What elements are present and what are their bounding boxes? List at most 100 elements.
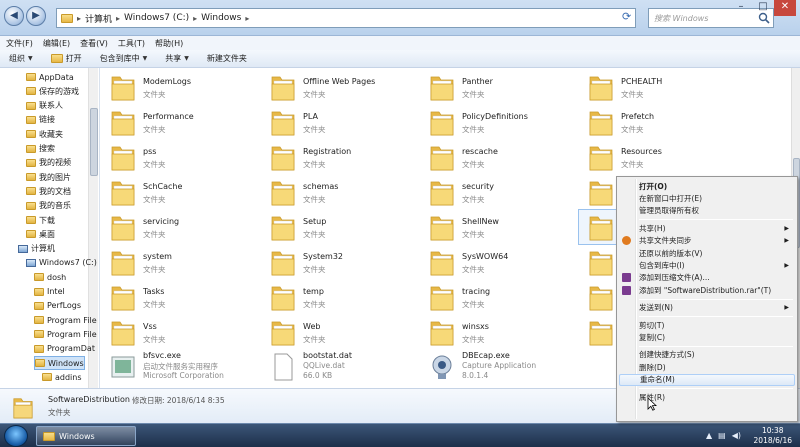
file-tile[interactable]: temp 文件夹 [261, 280, 419, 314]
minimize-button[interactable]: – [730, 0, 752, 16]
file-tile[interactable]: Offline Web Pages 文件夹 [261, 70, 419, 104]
context-menu-item[interactable]: 剪切(T) [619, 319, 795, 331]
organize-button[interactable]: 组织 ▼ [0, 50, 42, 67]
nav-item[interactable]: AppData [26, 70, 74, 84]
context-menu-item[interactable]: 在新窗口中打开(E) [619, 192, 795, 204]
file-tile[interactable]: Panther 文件夹 [420, 70, 578, 104]
context-menu-item[interactable]: 发送到(N) ▶ [619, 302, 795, 314]
file-tile[interactable]: ShellNew 文件夹 [420, 210, 578, 244]
file-tile[interactable]: bfsvc.exe 启动文件服务实用程序 Microsoft Corporation [101, 350, 259, 384]
file-tile[interactable]: Performance 文件夹 [101, 105, 259, 139]
nav-item[interactable]: 我的视频 [26, 156, 71, 170]
menu-edit[interactable]: 编辑(E) [43, 38, 76, 49]
context-menu-item[interactable]: 还原以前的版本(V) [619, 247, 795, 259]
include-library-button[interactable]: 包含到库中 ▼ [91, 50, 157, 67]
context-menu-item[interactable]: 包含到库中(I) ▶ [619, 259, 795, 271]
nav-item[interactable]: PerfLogs [34, 299, 81, 313]
nav-item[interactable]: addins [42, 370, 82, 384]
menu-view[interactable]: 查看(V) [80, 38, 114, 49]
file-tile[interactable]: bootstat.dat QQLive.dat 66.0 KB [261, 350, 419, 384]
nav-item[interactable]: 下载 [26, 213, 55, 227]
nav-item[interactable]: 链接 [26, 113, 55, 127]
file-tile[interactable]: schemas 文件夹 [261, 175, 419, 209]
show-hidden-icon[interactable]: ▲ [706, 431, 712, 440]
breadcrumb-computer[interactable]: 计算机 [85, 12, 112, 25]
file-tile[interactable]: servicing 文件夹 [101, 210, 259, 244]
breadcrumb-windows[interactable]: Windows [201, 13, 241, 23]
context-menu-item[interactable]: 打开(O) [619, 180, 795, 192]
nav-item[interactable]: 联系人 [26, 99, 63, 113]
nav-item[interactable]: 我的音乐 [26, 199, 71, 213]
context-menu-item[interactable]: 共享(H) ▶ [619, 222, 795, 234]
file-tile[interactable]: system 文件夹 [101, 245, 259, 279]
menu-file[interactable]: 文件(F) [6, 38, 39, 49]
breadcrumb-drive[interactable]: Windows7 (C:) [124, 13, 189, 23]
nav-scroll-thumb[interactable] [90, 108, 98, 176]
close-button[interactable]: ✕ [774, 0, 796, 16]
nav-item[interactable]: 我的图片 [26, 170, 71, 184]
nav-item[interactable]: ProgramDat [34, 342, 95, 356]
file-tile[interactable]: Tasks 文件夹 [101, 280, 259, 314]
file-tile[interactable]: System32 文件夹 [261, 245, 419, 279]
nav-item[interactable]: Windows7 (C:) [26, 256, 97, 270]
nav-item[interactable]: Program File [34, 313, 97, 327]
nav-item[interactable]: dosh [34, 270, 66, 284]
file-tile[interactable]: PCHEALTH 文件夹 [579, 70, 737, 104]
file-tile[interactable]: Prefetch 文件夹 [579, 105, 737, 139]
file-tile[interactable]: pss 文件夹 [101, 140, 259, 174]
context-menu-item[interactable]: 删除(D) [619, 361, 795, 373]
address-bar[interactable]: ▸ 计算机 ▸ Windows7 (C:) ▸ Windows ▸ [56, 8, 636, 28]
nav-item[interactable]: 收藏夹 [26, 127, 63, 141]
file-tile[interactable]: rescache 文件夹 [420, 140, 578, 174]
file-tile[interactable]: PolicyDefinitions 文件夹 [420, 105, 578, 139]
nav-item[interactable]: 我的文档 [26, 184, 71, 198]
volume-icon[interactable]: ◀) [732, 431, 741, 440]
file-tile[interactable]: Registration 文件夹 [261, 140, 419, 174]
new-folder-button[interactable]: 新建文件夹 [198, 50, 256, 67]
file-tile[interactable]: Vss 文件夹 [101, 315, 259, 349]
context-menu-item[interactable]: 创建快捷方式(S) [619, 349, 795, 361]
context-menu-item[interactable]: 管理员取得所有权 [619, 205, 795, 217]
context-menu-item[interactable]: 共享文件夹同步 ▶ [619, 235, 795, 247]
open-button[interactable]: 打开 [42, 50, 91, 67]
nav-item[interactable]: 桌面 [26, 227, 55, 241]
context-menu-item[interactable]: 重命名(M) [619, 373, 795, 386]
nav-item[interactable]: Windows [34, 356, 85, 370]
file-tile[interactable]: DBEcap.exe Capture Application 8.0.1.4 [420, 350, 578, 384]
back-button[interactable]: ◀ [4, 6, 24, 26]
forward-button[interactable]: ▶ [26, 6, 46, 26]
file-tile[interactable]: security 文件夹 [420, 175, 578, 209]
refresh-icon[interactable]: ⟳ [622, 10, 631, 23]
file-name: Setup [303, 217, 327, 226]
maximize-button[interactable]: □ [752, 0, 774, 16]
file-tile[interactable]: Web 文件夹 [261, 315, 419, 349]
file-tile[interactable]: SysWOW64 文件夹 [420, 245, 578, 279]
file-tile[interactable]: ModemLogs 文件夹 [101, 70, 259, 104]
file-type: 文件夹 [143, 300, 166, 309]
menu-help[interactable]: 帮助(H) [155, 38, 189, 49]
clock[interactable]: 10:38 2018/6/16 [754, 426, 792, 446]
nav-item[interactable]: 保存的游戏 [26, 84, 79, 98]
file-tile[interactable]: SchCache 文件夹 [101, 175, 259, 209]
nav-item[interactable]: Program File [34, 327, 97, 341]
taskbar: Windows ▲ ▤ ◀) 10:38 2018/6/16 [0, 423, 800, 447]
file-tile[interactable]: Resources 文件夹 [579, 140, 737, 174]
file-tile[interactable]: PLA 文件夹 [261, 105, 419, 139]
context-menu-item[interactable]: 添加到 "SoftwareDistribution.rar"(T) [619, 284, 795, 296]
context-menu-item[interactable]: 复制(C) [619, 331, 795, 343]
nav-item[interactable]: 计算机 [18, 242, 55, 256]
taskbar-explorer-button[interactable]: Windows [36, 426, 136, 446]
context-menu-item[interactable]: 属性(R) [619, 391, 795, 403]
context-menu-item[interactable]: 添加到压缩文件(A)... [619, 272, 795, 284]
file-tile[interactable]: winsxs 文件夹 [420, 315, 578, 349]
context-menu: 打开(O) 在新窗口中打开(E) 管理员取得所有权 共享(H) ▶ 共享文件夹同步 ▶ 还原以… [616, 176, 798, 422]
menu-tools[interactable]: 工具(T) [118, 38, 151, 49]
start-button[interactable] [4, 425, 28, 447]
file-tile[interactable]: Setup 文件夹 [261, 210, 419, 244]
nav-item[interactable]: 搜索 [26, 142, 55, 156]
nav-item-label: 我的图片 [39, 172, 71, 182]
network-icon[interactable]: ▤ [718, 431, 726, 440]
nav-item[interactable]: Intel [34, 285, 65, 299]
file-tile[interactable]: tracing 文件夹 [420, 280, 578, 314]
share-button[interactable]: 共享 ▼ [156, 50, 198, 67]
